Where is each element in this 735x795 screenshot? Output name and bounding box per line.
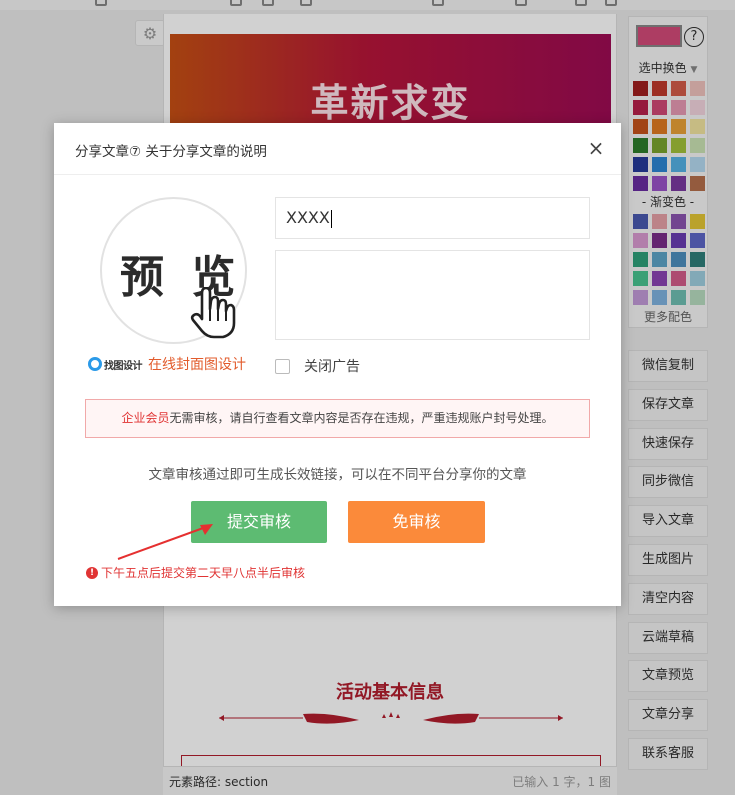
notice-text: 无需审核，请自行查看文章内容是否存在违规，严重违规账户封号处理。 — [169, 411, 554, 425]
close-ad-option[interactable]: 关闭广告 — [275, 356, 360, 376]
article-description-textarea[interactable] — [275, 250, 590, 340]
logo-text: 找图设计 — [104, 360, 143, 372]
dialog-header: 分享文章⑦ 关于分享文章的说明 × — [54, 123, 621, 175]
preview-button[interactable]: 预 览 — [100, 197, 247, 344]
cover-design-label: 在线封面图设计 — [148, 357, 246, 373]
logo-icon — [88, 357, 102, 371]
warning-icon: ! — [86, 566, 98, 579]
skip-review-button[interactable]: 免审核 — [348, 501, 485, 543]
close-ad-checkbox[interactable] — [275, 358, 290, 374]
red-arrow-annotation — [117, 524, 213, 560]
cover-design-link[interactable]: 找图设计 在线封面图设计 — [88, 354, 246, 374]
text-caret — [330, 209, 332, 228]
review-time-warning: ! 下午五点后提交第二天早八点半后审核 — [86, 564, 305, 581]
enterprise-member-link[interactable]: 企业会员 — [121, 411, 169, 425]
article-title-input[interactable]: XXXX — [275, 197, 590, 239]
title-input-value: XXXX — [286, 208, 330, 227]
info-text: 文章审核通过即可生成长效链接，可以在不同平台分享你的文章 — [148, 467, 527, 483]
pointer-hand-icon — [190, 287, 236, 339]
close-icon[interactable]: × — [586, 138, 606, 158]
notice-box: 企业会员无需审核，请自行查看文章内容是否存在违规，严重违规账户封号处理。 — [85, 399, 590, 438]
share-article-dialog: 分享文章⑦ 关于分享文章的说明 × 预 览 找图设计 在线封面图设计 XXXX … — [54, 123, 621, 606]
dialog-title: 分享文章⑦ 关于分享文章的说明 — [75, 144, 267, 160]
warning-text: 下午五点后提交第二天早八点半后审核 — [101, 566, 306, 580]
close-ad-label: 关闭广告 — [304, 359, 360, 375]
